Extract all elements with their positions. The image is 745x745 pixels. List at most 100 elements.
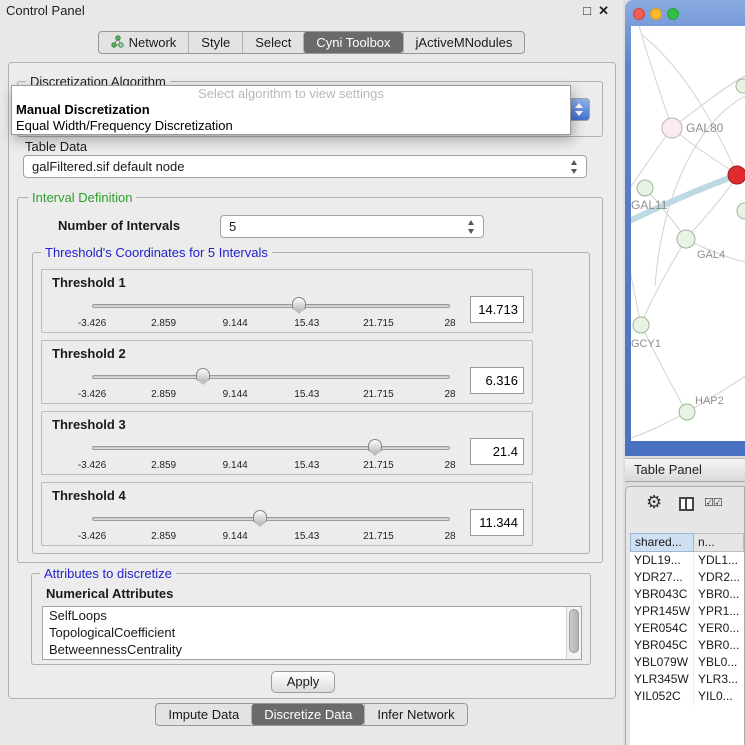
slider-thumb[interactable] <box>292 297 306 310</box>
table-row[interactable]: YDL19...YDL1... <box>630 552 744 569</box>
tab-jactivemnodules[interactable]: jActiveMNodules <box>403 32 525 53</box>
network-node[interactable] <box>736 79 745 93</box>
scale-label: -3.426 <box>78 389 106 400</box>
network-node-hap2[interactable] <box>679 404 695 420</box>
slider-thumb[interactable] <box>253 510 267 523</box>
table-row[interactable]: YBL079WYBL0... <box>630 654 744 671</box>
network-icon <box>111 35 124 51</box>
scale-label: 2.859 <box>151 460 176 471</box>
table-row[interactable]: YLR345WYLR3... <box>630 671 744 688</box>
network-node-gal4[interactable] <box>677 230 695 248</box>
table-row[interactable]: YDR27...YDR2... <box>630 569 744 586</box>
cell: YLR345W <box>630 671 694 688</box>
table-row[interactable]: YIL052CYIL0... <box>630 688 744 705</box>
scale-label: 28 <box>444 318 455 329</box>
network-node-gcy1[interactable] <box>633 317 649 333</box>
slider-track[interactable] <box>92 304 450 308</box>
network-canvas[interactable]: GAL80 GAL11 GAL4 GCY1 HAP2 <box>631 26 745 441</box>
zoom-traffic-light-icon[interactable] <box>667 8 679 20</box>
slider-thumb[interactable] <box>368 439 382 452</box>
table-panel-header: Table Panel <box>625 458 745 482</box>
algorithm-dropdown-popup: Select algorithm to view settings Manual… <box>11 85 571 135</box>
tab-select[interactable]: Select <box>242 32 303 53</box>
table-row[interactable]: YBR045CYBR0... <box>630 637 744 654</box>
bottom-tabgroup: Impute Data Discretize Data Infer Networ… <box>155 703 467 726</box>
close-window-icon[interactable]: ✕ <box>598 3 609 19</box>
table-row[interactable]: YER054CYER0... <box>630 620 744 637</box>
control-panel-window: Control Panel □ ✕ Network Style <box>0 0 623 745</box>
list-item[interactable]: SelfLoops <box>43 607 581 624</box>
cell: YDL19... <box>630 552 694 569</box>
column-header-shared-name[interactable]: shared... <box>630 533 694 552</box>
network-node[interactable] <box>737 203 745 219</box>
float-window-icon[interactable]: □ <box>583 3 591 18</box>
scale-label: 15.43 <box>294 389 319 400</box>
scale-label: -3.426 <box>78 318 106 329</box>
cell: YBR045C <box>630 637 694 654</box>
number-of-intervals-combobox[interactable]: 5 <box>220 215 484 238</box>
close-traffic-light-icon[interactable] <box>633 8 645 20</box>
scale-label: 2.859 <box>151 389 176 400</box>
slider-track[interactable] <box>92 517 450 521</box>
table-row[interactable]: YPR145WYPR1... <box>630 603 744 620</box>
cell: YDL1... <box>694 552 744 569</box>
list-item[interactable]: TopologicalCoefficient <box>43 624 581 641</box>
table-data-combobox[interactable]: galFiltered.sif default node <box>23 155 587 178</box>
tab-style[interactable]: Style <box>188 32 242 53</box>
column-header-name[interactable]: n... <box>694 533 744 552</box>
network-node-red[interactable] <box>728 166 745 184</box>
scrollbar-thumb[interactable] <box>569 609 579 653</box>
gear-icon[interactable]: ⚙ <box>646 492 662 513</box>
threshold-1-value-input[interactable] <box>470 296 524 323</box>
tab-label: Impute Data <box>168 707 239 722</box>
tab-infer-network[interactable]: Infer Network <box>364 704 466 725</box>
threshold-2-slider[interactable] <box>92 367 450 387</box>
table-row[interactable]: YBR043CYBR0... <box>630 586 744 603</box>
threshold-2-value-input[interactable] <box>470 367 524 394</box>
cell: YIL052C <box>630 688 694 705</box>
network-node-gal80[interactable] <box>662 118 682 138</box>
slider-track[interactable] <box>92 446 450 450</box>
list-item[interactable]: BetweennessCentrality <box>43 641 581 658</box>
numerical-attributes-list: SelfLoops TopologicalCoefficient Between… <box>42 606 582 660</box>
scale-label: 9.144 <box>223 389 248 400</box>
checkboxes-icon[interactable]: ☑☑ <box>704 496 722 509</box>
scale-label: 2.859 <box>151 318 176 329</box>
list-scrollbar[interactable] <box>566 607 581 659</box>
table-data-label: Table Data <box>25 139 87 154</box>
threshold-4-panel: Threshold 4 -3.426 2.859 9.144 15.43 21.… <box>41 482 533 546</box>
interval-definition-group: Interval Definition Number of Intervals … <box>17 197 603 563</box>
numerical-attributes-label: Numerical Attributes <box>46 586 173 601</box>
threshold-4-value-input[interactable] <box>470 509 524 536</box>
table-header-row: shared... n... <box>630 533 744 552</box>
threshold-1-slider[interactable] <box>92 296 450 316</box>
minimize-traffic-light-icon[interactable] <box>650 8 662 20</box>
scale-label: 28 <box>444 460 455 471</box>
combobox-value: 5 <box>229 219 236 234</box>
scale-label: 21.715 <box>363 531 394 542</box>
node-label: GAL11 <box>631 198 668 212</box>
dropdown-option-manual-discretization[interactable]: Manual Discretization <box>12 102 570 118</box>
columns-icon[interactable] <box>679 497 694 511</box>
tab-label: Discretize Data <box>264 707 352 722</box>
combobox-value: galFiltered.sif default node <box>32 159 184 174</box>
threshold-label: Threshold 1 <box>52 275 126 290</box>
network-node-gal11[interactable] <box>637 180 653 196</box>
number-of-intervals-label: Number of Intervals <box>58 218 180 233</box>
threshold-4-slider[interactable] <box>92 509 450 529</box>
threshold-3-value-input[interactable] <box>470 438 524 465</box>
tab-cyni-toolbox[interactable]: Cyni Toolbox <box>303 32 402 53</box>
tab-discretize-data[interactable]: Discretize Data <box>251 704 364 725</box>
slider-track[interactable] <box>92 375 450 379</box>
apply-button[interactable]: Apply <box>271 671 335 693</box>
table-body: YDL19...YDL1... YDR27...YDR2... YBR043CY… <box>630 552 744 745</box>
cell: YBR0... <box>694 586 744 603</box>
group-title: Attributes to discretize <box>40 566 176 581</box>
node-label: GCY1 <box>631 338 661 350</box>
slider-thumb[interactable] <box>196 368 210 381</box>
tab-label: Style <box>201 35 230 50</box>
threshold-3-slider[interactable] <box>92 438 450 458</box>
dropdown-option-equal-width[interactable]: Equal Width/Frequency Discretization <box>12 118 570 134</box>
tab-network[interactable]: Network <box>99 32 189 53</box>
tab-impute-data[interactable]: Impute Data <box>156 704 251 725</box>
